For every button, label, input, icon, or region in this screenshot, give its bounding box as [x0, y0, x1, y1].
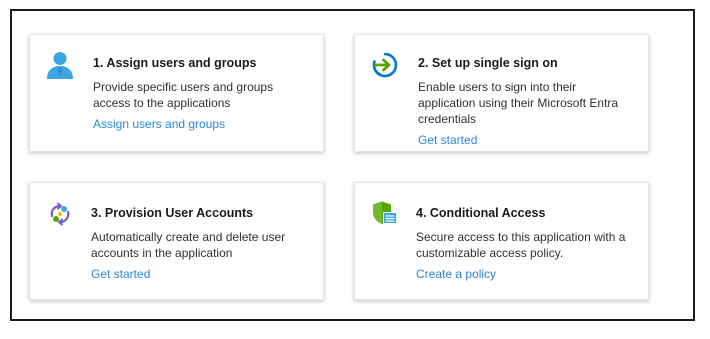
card-description: Secure access to this application with a…	[416, 230, 626, 260]
shield-policy-icon	[371, 200, 399, 228]
card-title: 1. Assign users and groups	[93, 56, 257, 70]
card-body: 3. Provision User Accounts Automatically…	[91, 205, 315, 283]
card-title: 3. Provision User Accounts	[91, 206, 254, 220]
card-description: Enable users to sign into their applicat…	[418, 80, 619, 126]
card-provision-accounts: 3. Provision User Accounts Automatically…	[29, 182, 324, 300]
card-conditional-access: 4. Conditional Access Secure access to t…	[354, 182, 649, 300]
card-title: 2. Set up single sign on	[418, 56, 558, 70]
card-single-sign-on: 2. Set up single sign on Enable users to…	[354, 34, 649, 152]
sync-cycle-icon	[46, 200, 74, 228]
sso-get-started-link[interactable]: Get started	[418, 132, 477, 148]
provision-get-started-link[interactable]: Get started	[91, 266, 150, 282]
user-icon	[46, 51, 74, 79]
card-body: 2. Set up single sign on Enable users to…	[418, 55, 640, 149]
card-body: 1. Assign users and groups Provide speci…	[93, 55, 315, 133]
card-body: 4. Conditional Access Secure access to t…	[416, 205, 640, 283]
assign-users-link[interactable]: Assign users and groups	[93, 116, 225, 132]
card-description: Provide specific users and groups access…	[93, 80, 274, 110]
sign-in-arrow-icon	[371, 51, 399, 79]
card-title: 4. Conditional Access	[416, 206, 546, 220]
card-description: Automatically create and delete user acc…	[91, 230, 286, 260]
card-assign-users: 1. Assign users and groups Provide speci…	[29, 34, 324, 152]
create-policy-link[interactable]: Create a policy	[416, 266, 496, 282]
